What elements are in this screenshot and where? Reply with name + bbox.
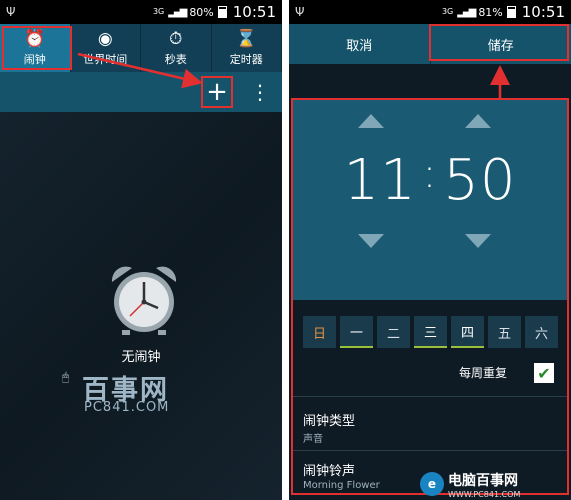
status-time: 10:51 [232,3,276,21]
more-options-icon[interactable]: ⋮ [250,76,270,108]
alarm-clock-icon [111,266,177,335]
save-button-highlight [429,24,569,61]
tab-label: 定时器 [229,53,263,66]
brand-url: WWW.PC841.COM [448,489,521,499]
status-bar: Ψ 3G ▂▄▆ 80% 10:51 [0,0,282,24]
footer-brand: e 电脑百事网 WWW.PC841.COM [420,470,570,499]
brand-logo-icon: e [420,472,444,496]
usb-icon: Ψ [6,5,16,19]
signal-icon: ▂▄▆ [457,6,476,18]
annotation-arrow [490,65,510,98]
alarm-tab-highlight [2,26,72,70]
status-bar: Ψ 3G ▂▄▆ 81% 10:51 [289,0,571,24]
battery-icon [217,6,227,18]
battery-percent: 80% [189,5,214,19]
annotation-arrow [77,52,203,89]
tab-timer[interactable]: ⌛ 定时器 [212,24,282,72]
watermark-url: PC841.COM [84,400,170,415]
status-time: 10:51 [521,3,565,21]
battery-icon [506,6,516,18]
usb-icon: Ψ [295,5,305,19]
right-phone-screen: Ψ 3G ▂▄▆ 81% 10:51 取消 储存 11:50 日 一 二 三 四… [289,0,571,500]
hourglass-icon: ⌛ [235,29,257,49]
network-type: 3G [152,7,165,16]
watermark-mouse-icon: 🖱 [62,370,70,384]
brand-name: 电脑百事网 [448,472,518,489]
cancel-button[interactable]: 取消 [289,24,430,64]
settings-panel-highlight [291,98,569,495]
battery-percent: 81% [478,5,503,19]
network-type: 3G [441,7,454,16]
no-alarm-label: 无闹钟 [121,350,161,365]
signal-icon: ▂▄▆ [168,6,187,18]
